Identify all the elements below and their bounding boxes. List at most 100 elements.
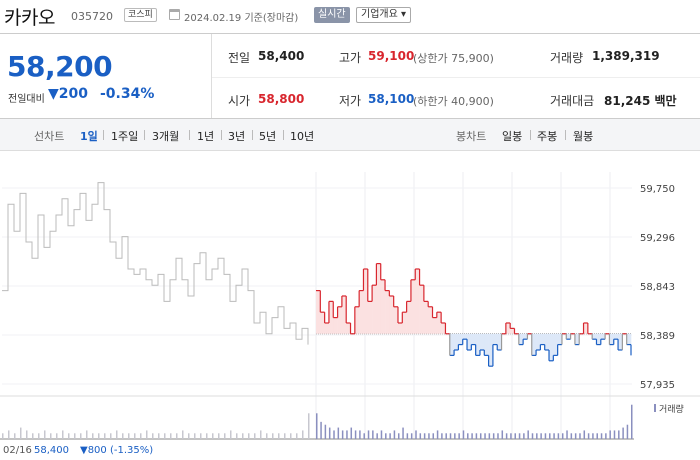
volume-bar	[479, 433, 482, 439]
volume-bar	[44, 430, 46, 439]
volume-bar	[553, 433, 555, 439]
company-overview-button[interactable]: 기업개요 ▾	[356, 7, 412, 23]
area-segment	[626, 333, 632, 345]
area-segment	[397, 322, 403, 334]
volume-bar	[410, 433, 413, 439]
tab-10year[interactable]: 10년	[290, 128, 314, 144]
volume-bar	[514, 433, 516, 439]
area-segment	[471, 333, 476, 345]
volume-bar	[110, 433, 112, 439]
volume-bar	[393, 430, 396, 439]
tab-1year[interactable]: 1년	[197, 128, 214, 144]
volume-bar	[152, 433, 154, 439]
high-value: 59,100	[368, 49, 415, 63]
tab-monthly-candle[interactable]: 월봉	[573, 128, 593, 144]
divider	[103, 130, 104, 140]
tab-1week[interactable]: 1주일	[111, 128, 138, 144]
volume-bar	[359, 430, 361, 439]
volume-bar	[488, 433, 491, 439]
volume-bar	[242, 433, 244, 439]
volume-bar	[423, 433, 426, 439]
area-segment	[324, 322, 330, 334]
upper-limit: (상한가 75,900)	[413, 52, 494, 65]
tab-weekly-candle[interactable]: 주봉	[537, 128, 557, 144]
volume-bar	[557, 433, 560, 439]
volume-bar	[397, 433, 400, 439]
volume-bar	[92, 433, 94, 439]
volume-bar	[566, 430, 568, 439]
volume-bar	[484, 433, 486, 439]
area-segment	[402, 312, 407, 334]
tab-5year[interactable]: 5년	[259, 128, 276, 144]
volume-bar	[206, 433, 208, 439]
chart-toolbar: 선차트 1일 1주일 3개월 1년 3년 5년 10년 봉차트 일봉 주봉 월봉	[0, 119, 700, 151]
volume-bar	[140, 433, 142, 439]
volume-bar	[333, 430, 335, 439]
candle-chart-label: 봉차트	[456, 130, 487, 143]
volume-bar	[104, 433, 106, 439]
chart-background	[0, 152, 700, 444]
volume-bar	[475, 433, 478, 439]
volume-bar	[613, 430, 616, 439]
volume-bar	[402, 427, 404, 439]
volume-bar	[389, 433, 391, 439]
area-segment	[410, 279, 416, 334]
volume-bar	[419, 433, 422, 439]
price-chart: 59,75059,29658,84358,38957,935거래량02/1910…	[0, 152, 700, 444]
y-tick-label: 58,389	[640, 331, 675, 342]
prev-day-price: 58,400	[34, 445, 69, 456]
volume-legend-swatch	[654, 404, 656, 412]
area-segment	[354, 306, 360, 334]
open-label: 시가	[228, 94, 251, 108]
tab-3year[interactable]: 3년	[228, 128, 245, 144]
area-segment	[337, 306, 343, 334]
volume-bar	[122, 433, 124, 439]
low-value: 58,100	[368, 92, 415, 106]
volume-legend-label: 거래량	[659, 403, 684, 415]
volume-bar	[536, 433, 538, 439]
volume-bar	[445, 433, 447, 439]
volume-bar	[600, 433, 603, 439]
chevron-down-icon: ▾	[401, 9, 407, 20]
volume-bar	[492, 433, 495, 439]
volume-bar	[296, 433, 298, 439]
volume-bar	[380, 430, 383, 439]
volume-bar	[188, 433, 190, 439]
volume-bar	[212, 433, 214, 439]
volume-bar	[164, 433, 166, 439]
tab-3month[interactable]: 3개월	[152, 128, 179, 144]
volume-bar	[527, 430, 529, 439]
volume-bar	[462, 430, 465, 439]
volume-bar	[224, 433, 226, 439]
stock-name: 카카오	[4, 7, 55, 29]
stock-header: 카카오 035720 코스피 2024.02.19 기준(장마감) 실시간 기업…	[0, 0, 700, 32]
tab-1day[interactable]: 1일	[80, 128, 98, 144]
volume-bar	[20, 427, 22, 439]
lower-limit: (하한가 40,900)	[413, 95, 494, 108]
volume-bar	[128, 433, 130, 439]
divider	[221, 130, 222, 140]
volume-bar	[592, 433, 594, 439]
volume-bar	[248, 433, 250, 439]
volume-bar	[570, 433, 573, 439]
volume-bar	[38, 433, 40, 439]
area-segment	[592, 333, 597, 340]
volume-bar	[32, 433, 34, 439]
area-segment	[479, 333, 485, 350]
volume-bar	[316, 413, 318, 439]
quote-date: 2024.02.19 기준(장마감)	[184, 13, 299, 24]
volume-bar	[605, 433, 607, 439]
volume-bar	[341, 430, 344, 439]
area-segment	[367, 301, 373, 334]
divider	[189, 130, 190, 140]
divider	[252, 130, 253, 140]
divider	[565, 130, 566, 140]
volume-bar	[626, 424, 629, 439]
area-segment	[406, 301, 412, 334]
quote-panel: 58,200 전일대비 ▼200 -0.34% 전일 58,400 고가 59,…	[0, 33, 700, 119]
volume-bar	[544, 433, 547, 439]
tab-daily-candle[interactable]: 일봉	[502, 128, 522, 144]
volume-bar	[254, 433, 256, 439]
volume-bar	[56, 433, 58, 439]
realtime-button[interactable]: 실시간	[314, 7, 350, 23]
